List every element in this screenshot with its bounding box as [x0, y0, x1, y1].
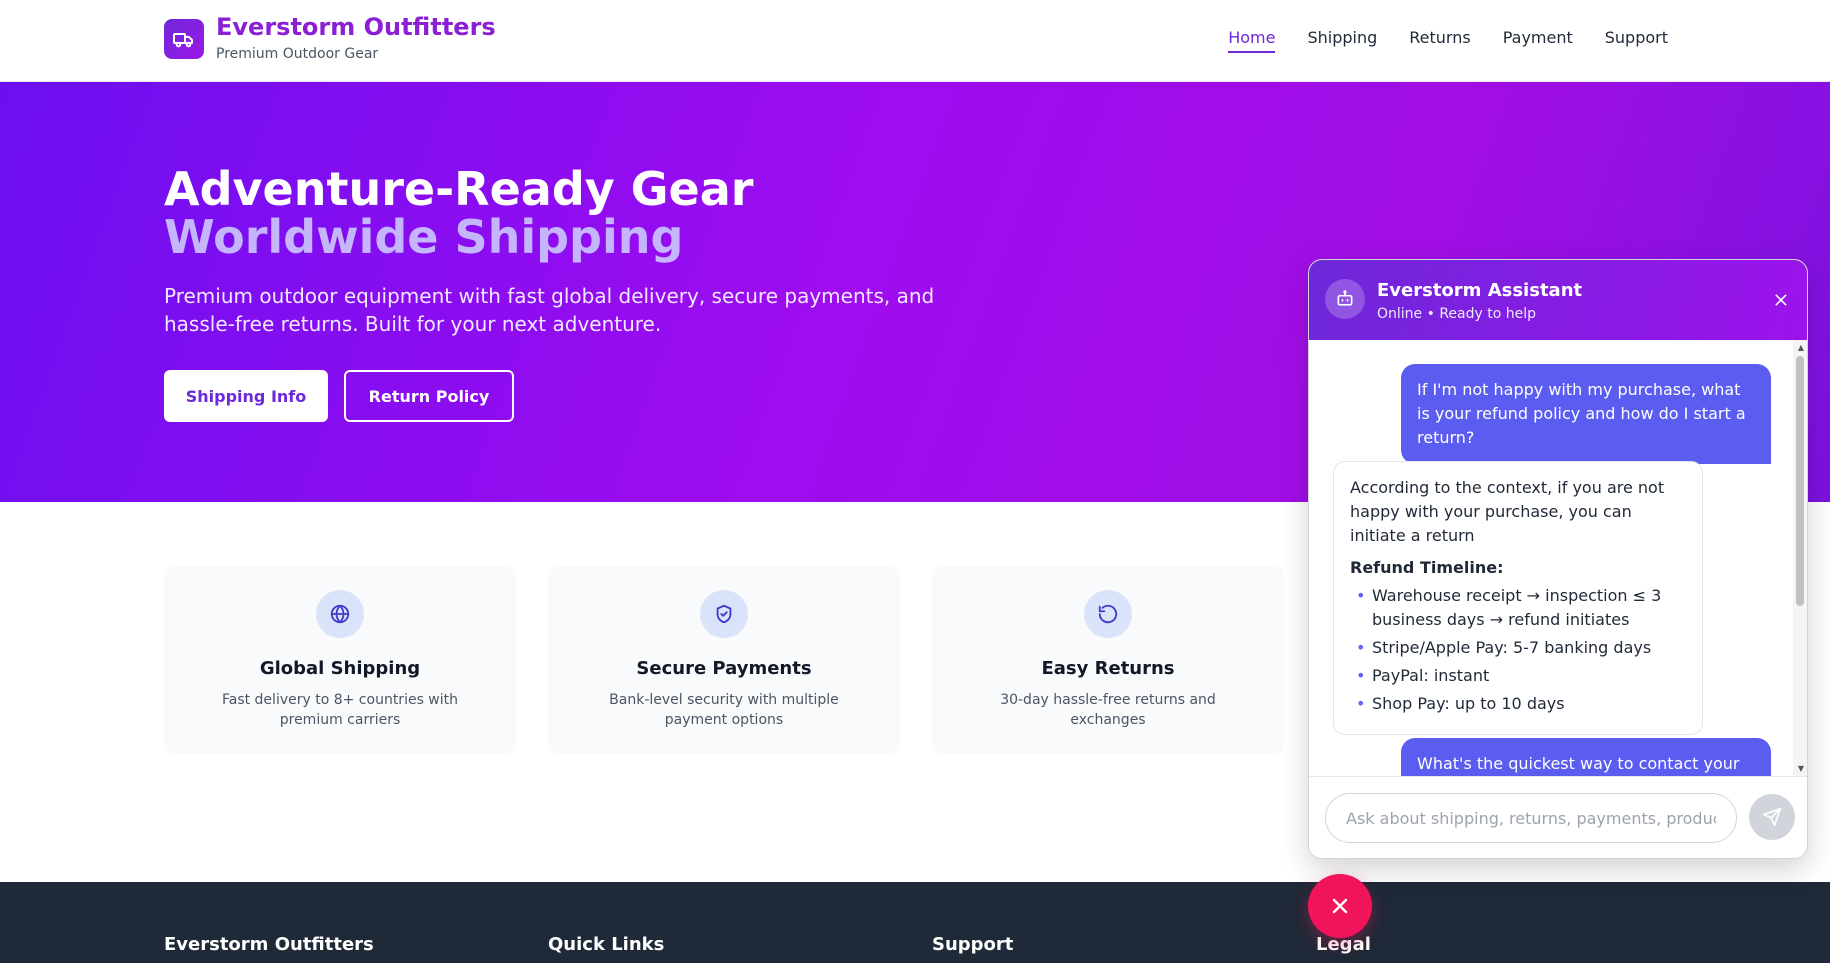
footer-heading-quick-links: Quick Links [548, 934, 665, 955]
nav-shipping[interactable]: Shipping [1307, 28, 1377, 53]
hero-title: Adventure-Ready Gear [164, 162, 754, 216]
truck-icon[interactable] [164, 19, 204, 59]
rotate-ccw-icon [1084, 590, 1132, 638]
scroll-up-icon[interactable]: ▲ [1798, 343, 1804, 352]
user-message: What's the quickest way to contact your [1401, 738, 1771, 776]
chat-messages[interactable]: If I'm not happy with my purchase, what … [1309, 340, 1807, 776]
list-item: Shop Pay: up to 10 days [1350, 692, 1686, 716]
feature-card-secure-payments: Secure Payments Bank-level security with… [548, 566, 900, 754]
refund-timeline-list: Warehouse receipt → inspection ≤ 3 busin… [1350, 584, 1686, 716]
list-item: Warehouse receipt → inspection ≤ 3 busin… [1350, 584, 1686, 632]
hero-description: Premium outdoor equipment with fast glob… [164, 284, 935, 336]
chat-title: Everstorm Assistant [1377, 280, 1583, 301]
list-item: Stripe/Apple Pay: 5-7 banking days [1350, 636, 1686, 660]
feature-title: Global Shipping [259, 658, 421, 679]
main-nav: Home Shipping Returns Payment Support [1228, 28, 1668, 53]
feature-description: Fast delivery to 8+ countries with premi… [221, 692, 459, 728]
feature-title: Easy Returns [1041, 658, 1175, 679]
feature-description: 30-day hassle-free returns and exchanges [1000, 692, 1216, 728]
brand-name[interactable]: Everstorm Outfitters [216, 13, 496, 41]
scroll-thumb[interactable] [1796, 356, 1804, 606]
nav-support[interactable]: Support [1605, 28, 1668, 53]
shipping-info-button[interactable]: Shipping Info [164, 370, 328, 422]
chat-input[interactable] [1325, 793, 1737, 843]
hero-subtitle-accent: Worldwide Shipping [164, 210, 684, 264]
feature-card-global-shipping: Global Shipping Fast delivery to 8+ coun… [164, 566, 516, 754]
list-item: PayPal: instant [1350, 664, 1686, 688]
feature-card-easy-returns: Easy Returns 30-day hassle-free returns … [932, 566, 1284, 754]
chat-widget: Everstorm Assistant Online • Ready to he… [1308, 259, 1808, 859]
nav-payment[interactable]: Payment [1503, 28, 1573, 53]
feature-description: Bank-level security with multiple paymen… [609, 692, 839, 728]
globe-icon [316, 590, 364, 638]
site-footer: Everstorm Outfitters Quick Links Support… [0, 882, 1830, 963]
shield-check-icon [700, 590, 748, 638]
bot-message-intro: According to the context, if you are not… [1350, 478, 1665, 545]
close-icon[interactable] [1769, 288, 1793, 312]
chat-header: Everstorm Assistant Online • Ready to he… [1309, 260, 1807, 340]
feature-title: Secure Payments [636, 658, 812, 679]
user-message: If I'm not happy with my purchase, what … [1401, 364, 1771, 464]
footer-heading-support: Support [932, 934, 1014, 955]
site-header: Everstorm Outfitters Premium Outdoor Gea… [0, 0, 1830, 82]
nav-home[interactable]: Home [1228, 28, 1276, 53]
bot-message-heading: Refund Timeline: [1350, 558, 1504, 577]
chat-input-bar [1309, 776, 1807, 858]
chat-scrollbar[interactable]: ▲ ▼ [1793, 340, 1807, 776]
return-policy-button[interactable]: Return Policy [344, 370, 514, 422]
scroll-down-icon[interactable]: ▼ [1798, 764, 1804, 773]
send-icon [1762, 807, 1782, 827]
brand-tagline: Premium Outdoor Gear [216, 46, 379, 62]
bot-icon [1325, 279, 1365, 319]
send-button[interactable] [1749, 794, 1795, 840]
footer-heading-brand: Everstorm Outfitters [164, 934, 374, 955]
nav-returns[interactable]: Returns [1409, 28, 1470, 53]
close-icon [1332, 898, 1348, 914]
bot-message: According to the context, if you are not… [1333, 461, 1703, 735]
chat-status: Online • Ready to help [1377, 306, 1536, 322]
chat-toggle-button[interactable] [1308, 874, 1372, 938]
